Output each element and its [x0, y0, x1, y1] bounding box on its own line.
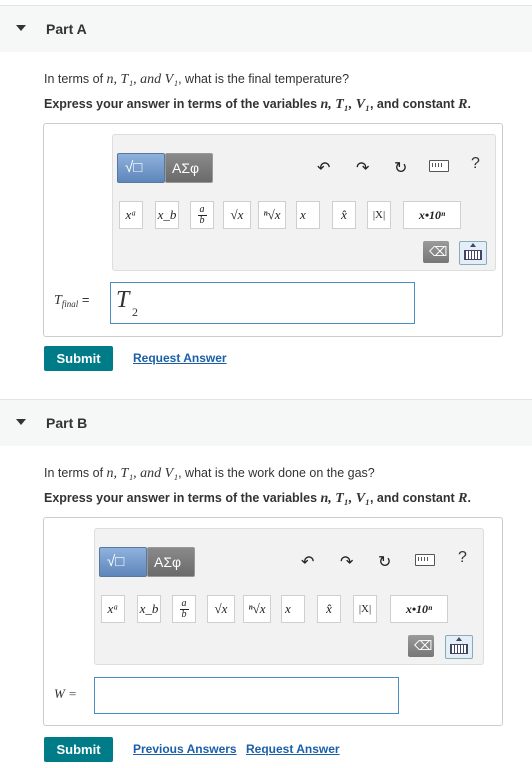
part-a-title: Part A [46, 21, 87, 37]
nth-root-button[interactable]: ⁿ√x [243, 595, 271, 623]
backspace-icon[interactable] [408, 635, 434, 657]
part-a-equation-toolbar: √□ ΑΣφ ↶ ↷ ↻ ? xᵃ x_b a b √x ⁿ√x x⃗ x̂ |… [112, 134, 496, 271]
part-b-question: In terms of n, T₁, and V₁, what is the w… [44, 466, 375, 481]
absolute-value-button[interactable]: |X| [367, 201, 391, 229]
templates-button[interactable]: √□ [99, 547, 147, 577]
part-b-answer-panel: √□ ΑΣφ ↶ ↷ ↻ ? xᵃ x_b a b √x ⁿ√x x⃗ x̂ |… [43, 517, 503, 726]
nth-root-button[interactable]: ⁿ√x [258, 201, 286, 229]
fraction-button[interactable]: a b [190, 201, 214, 229]
symbols-button[interactable]: ΑΣφ [147, 547, 195, 577]
reset-icon[interactable]: ↻ [378, 552, 391, 572]
part-a-request-answer-link[interactable]: Request Answer [133, 351, 227, 365]
symbols-button[interactable]: ΑΣφ [165, 153, 213, 183]
help-button[interactable]: ? [458, 549, 467, 567]
superscript-button[interactable]: xᵃ [119, 201, 143, 229]
part-a-submit-button[interactable]: Submit [44, 346, 113, 371]
part-b-previous-answers-link[interactable]: Previous Answers [133, 742, 237, 756]
templates-button[interactable]: √□ [117, 153, 165, 183]
part-a-instruction: Express your answer in terms of the vari… [44, 97, 471, 112]
redo-icon[interactable]: ↷ [356, 158, 369, 178]
superscript-button[interactable]: xᵃ [101, 595, 125, 623]
keyboard-toggle-icon[interactable] [459, 241, 487, 265]
keyboard-icon[interactable] [429, 160, 449, 172]
collapse-triangle-icon[interactable] [16, 419, 26, 425]
scientific-notation-button[interactable]: x•10ⁿ [390, 595, 448, 623]
sqrt-button[interactable]: √x [223, 201, 251, 229]
part-b-title: Part B [46, 415, 88, 431]
part-a-answer-panel: √□ ΑΣφ ↶ ↷ ↻ ? xᵃ x_b a b √x ⁿ√x x⃗ x̂ |… [43, 123, 503, 337]
vector-button[interactable]: x⃗ [281, 595, 305, 623]
part-b-answer-label: W = [54, 686, 77, 701]
scientific-notation-button[interactable]: x•10ⁿ [403, 201, 461, 229]
part-a-answer-input[interactable]: T 2 [110, 282, 415, 324]
reset-icon[interactable]: ↻ [394, 158, 407, 178]
part-a-question: In terms of n, T₁, and V₁, what is the f… [44, 72, 350, 87]
part-b-equation-toolbar: √□ ΑΣφ ↶ ↷ ↻ ? xᵃ x_b a b √x ⁿ√x x⃗ x̂ |… [94, 528, 484, 665]
part-b-instruction: Express your answer in terms of the vari… [44, 491, 471, 506]
hat-button[interactable]: x̂ [332, 201, 356, 229]
sqrt-button[interactable]: √x [207, 595, 235, 623]
redo-icon[interactable]: ↷ [340, 552, 353, 572]
subscript-button[interactable]: x_b [137, 595, 161, 623]
subscript-button[interactable]: x_b [155, 201, 179, 229]
undo-icon[interactable]: ↶ [317, 158, 330, 178]
help-button[interactable]: ? [471, 155, 480, 173]
undo-icon[interactable]: ↶ [301, 552, 314, 572]
keyboard-icon[interactable] [415, 554, 435, 566]
fraction-button[interactable]: a b [172, 595, 196, 623]
part-b-answer-input[interactable] [94, 677, 399, 714]
part-a-answer-label: Tfinal = [54, 292, 90, 309]
collapse-triangle-icon[interactable] [16, 25, 26, 31]
absolute-value-button[interactable]: |X| [353, 595, 377, 623]
vector-button[interactable]: x⃗ [296, 201, 320, 229]
backspace-icon[interactable] [423, 241, 449, 263]
hat-button[interactable]: x̂ [317, 595, 341, 623]
part-a-header[interactable]: Part A [0, 5, 532, 52]
part-b-request-answer-link[interactable]: Request Answer [246, 742, 340, 756]
keyboard-toggle-icon[interactable] [445, 635, 473, 659]
part-b-submit-button[interactable]: Submit [44, 737, 113, 762]
part-b-header[interactable]: Part B [0, 399, 532, 446]
